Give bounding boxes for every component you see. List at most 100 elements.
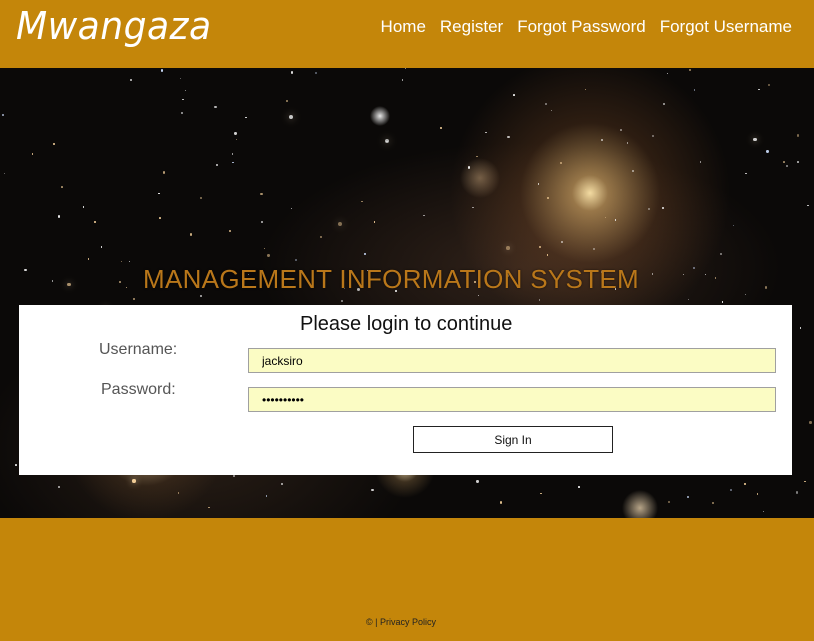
star — [631, 170, 634, 173]
star — [753, 137, 757, 142]
star — [783, 161, 785, 163]
star — [807, 205, 809, 207]
star — [290, 71, 294, 74]
nav-forgot-password-link[interactable]: Forgot Password — [517, 17, 646, 37]
star — [762, 510, 765, 513]
star — [118, 281, 121, 284]
star — [719, 252, 722, 255]
star — [182, 99, 184, 101]
star — [440, 126, 443, 130]
star — [513, 93, 516, 96]
star — [404, 68, 406, 70]
star — [61, 186, 63, 188]
star — [402, 79, 404, 81]
star — [371, 488, 374, 492]
star — [686, 495, 690, 499]
star — [214, 105, 217, 109]
star — [537, 183, 540, 185]
star — [57, 215, 61, 218]
star — [619, 129, 622, 132]
login-heading: Please login to continue — [300, 313, 513, 335]
star — [233, 475, 236, 477]
star — [199, 197, 203, 200]
star — [764, 286, 768, 289]
password-input[interactable] — [248, 387, 776, 412]
nav-home-link[interactable]: Home — [381, 17, 426, 37]
star — [538, 298, 541, 301]
star — [476, 480, 479, 483]
star — [31, 153, 34, 156]
star — [661, 206, 664, 209]
star — [785, 164, 788, 167]
star — [766, 150, 769, 153]
star — [189, 233, 193, 236]
star — [125, 286, 128, 289]
star — [295, 258, 298, 261]
star — [767, 84, 770, 87]
footer-privacy-link[interactable]: © | Privacy Policy — [366, 617, 436, 627]
star — [651, 273, 654, 275]
star — [162, 171, 166, 174]
star — [286, 99, 289, 102]
star — [58, 485, 61, 488]
nav-forgot-username-link[interactable]: Forgot Username — [660, 17, 792, 37]
star — [662, 103, 665, 106]
star — [281, 483, 284, 486]
star — [540, 492, 542, 495]
star — [797, 160, 799, 163]
star — [360, 200, 363, 203]
star — [265, 495, 267, 497]
star — [648, 208, 651, 211]
login-panel: Please login to continue Username: Passw… — [19, 305, 792, 475]
star — [561, 241, 563, 243]
star — [758, 88, 760, 90]
star — [809, 421, 812, 424]
star — [234, 132, 237, 135]
star — [215, 163, 219, 166]
header: Mwangaza Home Register Forgot Password F… — [0, 0, 814, 68]
star — [100, 246, 103, 248]
star — [714, 277, 717, 279]
star — [15, 464, 17, 466]
star — [744, 293, 746, 295]
star — [208, 506, 210, 509]
hero-space-background: MANAGEMENT INFORMATION SYSTEM Please log… — [0, 68, 814, 518]
star — [290, 208, 292, 210]
star — [2, 114, 5, 117]
star — [67, 282, 71, 287]
star — [128, 261, 130, 263]
star — [584, 88, 587, 91]
star — [711, 502, 714, 505]
star — [550, 109, 553, 112]
star — [546, 196, 549, 199]
star — [683, 273, 685, 275]
star — [692, 266, 695, 269]
star — [745, 173, 747, 175]
star — [315, 72, 318, 75]
star — [468, 166, 471, 169]
star — [180, 112, 184, 115]
star — [199, 295, 203, 298]
star — [160, 69, 164, 72]
sign-in-button[interactable]: Sign In — [413, 426, 613, 453]
brand-logo[interactable]: Mwangaza — [16, 4, 212, 48]
username-input[interactable] — [248, 348, 776, 373]
star — [471, 206, 474, 209]
nav-register-link[interactable]: Register — [440, 17, 503, 37]
star — [693, 88, 696, 91]
star — [185, 90, 187, 92]
star — [730, 489, 732, 492]
star — [545, 103, 547, 105]
star — [51, 280, 54, 282]
star — [232, 162, 234, 164]
star — [485, 131, 487, 133]
star — [132, 479, 136, 483]
star — [4, 172, 6, 174]
star — [374, 221, 376, 223]
footer: © | Privacy Policy — [0, 518, 814, 641]
star — [546, 254, 549, 256]
star — [260, 193, 263, 196]
page: Mwangaza Home Register Forgot Password F… — [0, 0, 814, 641]
star — [288, 115, 293, 120]
star — [53, 143, 56, 146]
